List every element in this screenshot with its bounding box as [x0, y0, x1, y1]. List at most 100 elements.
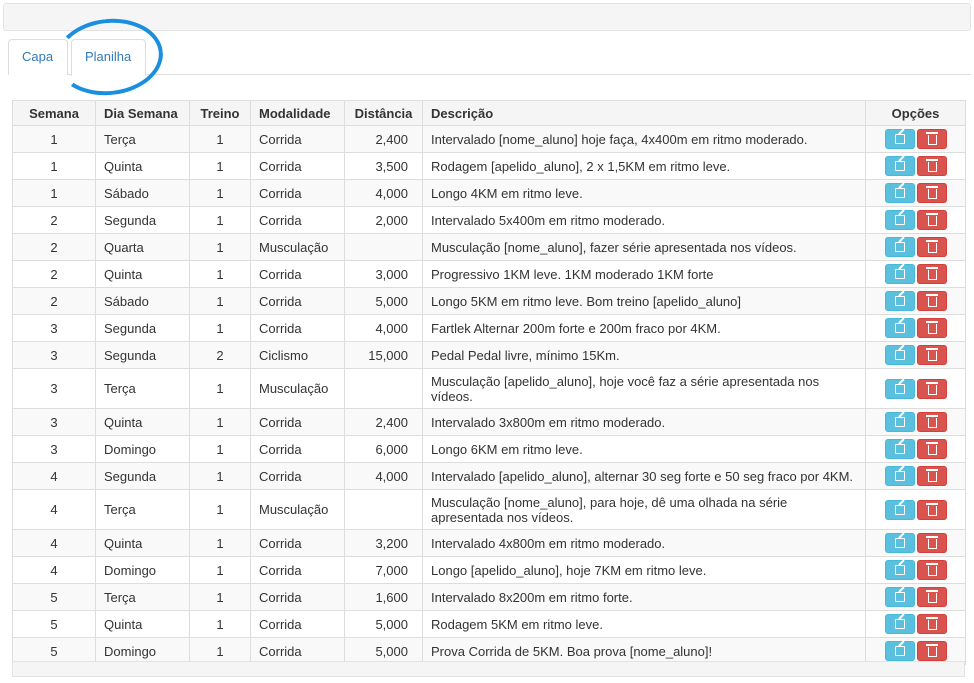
cell-treino: 1 [189, 233, 251, 261]
delete-button[interactable] [916, 237, 947, 257]
header-semana[interactable]: Semana [12, 100, 96, 126]
table-header-row: Semana Dia Semana Treino Modalidade Dist… [12, 100, 966, 126]
edit-button[interactable] [884, 614, 915, 634]
delete-button[interactable] [916, 210, 947, 230]
cell-treino: 2 [189, 341, 251, 369]
edit-button[interactable] [884, 587, 915, 607]
delete-button[interactable] [916, 156, 947, 176]
edit-button[interactable] [884, 560, 915, 580]
delete-button[interactable] [916, 318, 947, 338]
cell-treino: 1 [189, 529, 251, 557]
delete-button[interactable] [916, 183, 947, 203]
cell-dia-semana: Terça [95, 583, 190, 611]
cell-distancia: 3,000 [344, 260, 423, 288]
cell-modalidade: Corrida [250, 314, 345, 342]
edit-icon [894, 444, 905, 454]
cell-descricao: Fartlek Alternar 200m forte e 200m fraco… [422, 314, 866, 342]
table-row: 1 Terça 1 Corrida 2,400 Intervalado [nome_alu… [12, 125, 966, 153]
edit-icon [894, 215, 905, 225]
edit-button[interactable] [884, 129, 915, 149]
cell-opcoes [865, 233, 966, 261]
delete-button[interactable] [916, 641, 947, 661]
cell-distancia: 6,000 [344, 435, 423, 463]
delete-button[interactable] [916, 291, 947, 311]
tab-capa[interactable]: Capa [8, 39, 68, 75]
cell-treino: 1 [189, 435, 251, 463]
cell-distancia: 4,000 [344, 314, 423, 342]
trash-icon [925, 213, 938, 226]
trash-icon [925, 563, 938, 576]
table-row: 5 Quinta 1 Corrida 5,000 Rodagem 5KM em ritmo… [12, 610, 966, 638]
cell-modalidade: Corrida [250, 206, 345, 234]
edit-button[interactable] [884, 291, 915, 311]
cell-treino: 1 [189, 179, 251, 207]
delete-button[interactable] [916, 412, 947, 432]
cell-distancia: 4,000 [344, 462, 423, 490]
cell-semana: 3 [12, 368, 96, 409]
edit-button[interactable] [884, 412, 915, 432]
edit-icon [894, 323, 905, 333]
edit-button[interactable] [884, 345, 915, 365]
edit-icon [894, 296, 905, 306]
edit-button[interactable] [884, 499, 915, 520]
edit-button[interactable] [884, 466, 915, 486]
trash-icon [925, 159, 938, 172]
cell-modalidade: Musculação [250, 233, 345, 261]
delete-button[interactable] [916, 614, 947, 634]
cell-treino: 1 [189, 462, 251, 490]
cell-descricao: Intervalado 4x800m em ritmo moderado. [422, 529, 866, 557]
edit-button[interactable] [884, 237, 915, 257]
table-row: 3 Quinta 1 Corrida 2,400 Intervalado 3x800m e… [12, 408, 966, 436]
delete-button[interactable] [916, 129, 947, 149]
edit-button[interactable] [884, 641, 915, 661]
delete-button[interactable] [916, 560, 947, 580]
table-row: 4 Terça 1 Musculação Musculação [nome_aluno]… [12, 489, 966, 530]
cell-modalidade: Corrida [250, 408, 345, 436]
cell-modalidade: Musculação [250, 489, 345, 530]
cell-dia-semana: Quinta [95, 529, 190, 557]
trash-icon [925, 644, 938, 657]
edit-button[interactable] [884, 210, 915, 230]
header-treino[interactable]: Treino [189, 100, 251, 126]
header-modalidade[interactable]: Modalidade [250, 100, 345, 126]
delete-button[interactable] [916, 264, 947, 284]
cell-semana: 1 [12, 125, 96, 153]
cell-distancia [344, 233, 423, 261]
cell-opcoes [865, 152, 966, 180]
table-row: 2 Quarta 1 Musculação Musculação [nome_aluno… [12, 233, 966, 261]
header-descricao[interactable]: Descrição [422, 100, 866, 126]
trash-icon [925, 381, 938, 395]
edit-button[interactable] [884, 439, 915, 459]
trash-icon [925, 186, 938, 199]
edit-button[interactable] [884, 183, 915, 203]
delete-button[interactable] [916, 533, 947, 553]
cell-dia-semana: Terça [95, 125, 190, 153]
cell-descricao: Longo [apelido_aluno], hoje 7KM em ritmo… [422, 556, 866, 584]
delete-button[interactable] [916, 439, 947, 459]
delete-button[interactable] [916, 499, 947, 520]
delete-button[interactable] [916, 345, 947, 365]
table-row: 3 Domingo 1 Corrida 6,000 Longo 6KM em ritmo … [12, 435, 966, 463]
delete-button[interactable] [916, 587, 947, 607]
delete-button[interactable] [916, 466, 947, 486]
edit-icon [894, 538, 905, 548]
edit-icon [894, 504, 905, 515]
edit-button[interactable] [884, 264, 915, 284]
cell-dia-semana: Segunda [95, 206, 190, 234]
cell-treino: 1 [189, 610, 251, 638]
edit-button[interactable] [884, 378, 915, 399]
trash-icon [925, 617, 938, 630]
trash-icon [925, 348, 938, 361]
cell-descricao: Musculação [apelido_aluno], hoje você fa… [422, 368, 866, 409]
edit-icon [894, 619, 905, 629]
cell-distancia: 5,000 [344, 287, 423, 315]
header-dia-semana[interactable]: Dia Semana [95, 100, 190, 126]
cell-dia-semana: Quinta [95, 152, 190, 180]
edit-button[interactable] [884, 318, 915, 338]
tab-planilha[interactable]: Planilha [71, 39, 146, 76]
training-table: Semana Dia Semana Treino Modalidade Dist… [12, 100, 966, 665]
delete-button[interactable] [916, 378, 947, 399]
header-distancia[interactable]: Distância [344, 100, 423, 126]
edit-button[interactable] [884, 156, 915, 176]
edit-button[interactable] [884, 533, 915, 553]
